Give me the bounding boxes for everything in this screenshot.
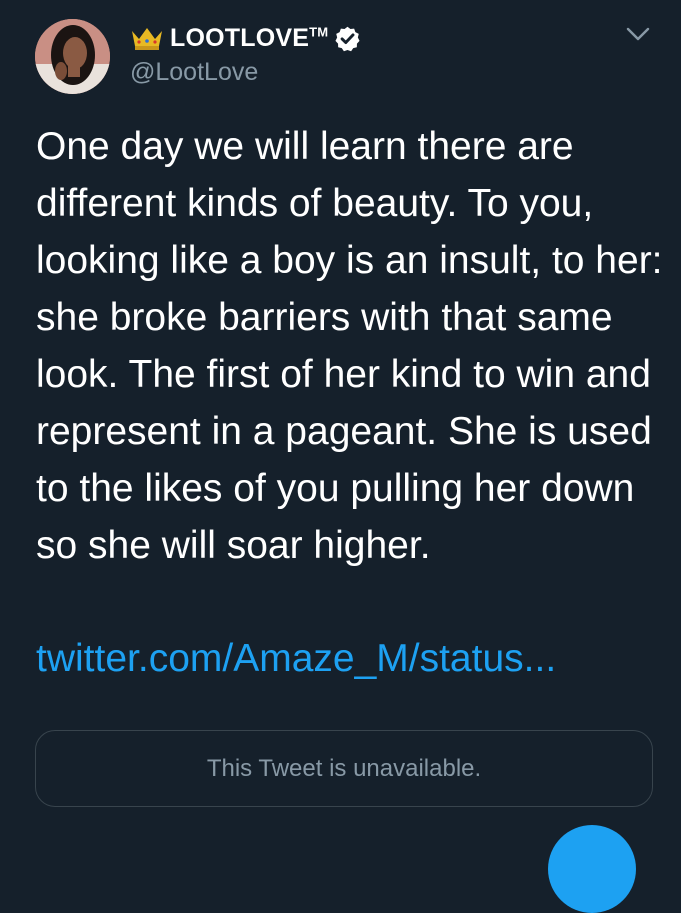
compose-tweet-button[interactable] — [548, 825, 636, 913]
tweet-text: One day we will learn there are differen… — [36, 125, 663, 567]
trademark-symbol: TM — [309, 24, 329, 40]
display-name: LOOTLOVETM — [170, 23, 329, 52]
crown-icon — [132, 28, 162, 50]
author-handle[interactable]: @LootLove — [130, 58, 258, 87]
chevron-down-icon[interactable] — [626, 26, 650, 42]
verified-badge-icon — [335, 26, 360, 51]
quoted-tweet-unavailable-text: This Tweet is unavailable. — [206, 754, 482, 782]
avatar[interactable] — [35, 19, 110, 94]
avatar-image — [35, 19, 110, 94]
tweet-link[interactable]: twitter.com/Amaze_M/status... — [36, 630, 556, 687]
quoted-tweet-card[interactable]: This Tweet is unavailable. — [35, 730, 653, 807]
author-name-row[interactable]: LOOTLOVETM — [130, 22, 361, 54]
